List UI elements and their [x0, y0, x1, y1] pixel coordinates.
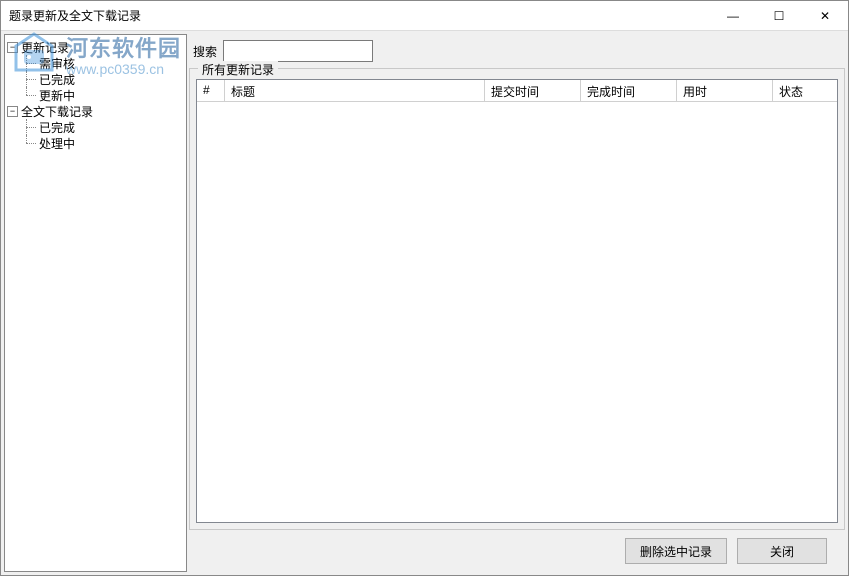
- col-duration[interactable]: 用时: [677, 80, 773, 101]
- close-dialog-button[interactable]: 关闭: [737, 538, 827, 564]
- tree-label: 已完成: [39, 119, 75, 136]
- col-title[interactable]: 标题: [225, 80, 485, 101]
- footer: 删除选中记录 关闭: [189, 530, 845, 572]
- tree-node-update-records[interactable]: − 更新记录: [7, 39, 184, 55]
- col-complete-time[interactable]: 完成时间: [581, 80, 677, 101]
- tree-connector-icon: [21, 119, 39, 135]
- titlebar: 题录更新及全文下载记录 — ☐ ✕: [1, 1, 848, 31]
- col-status[interactable]: 状态: [773, 80, 837, 101]
- maximize-button[interactable]: ☐: [756, 1, 802, 30]
- col-index[interactable]: #: [197, 80, 225, 101]
- tree-toggle-icon[interactable]: −: [7, 42, 18, 53]
- minimize-button[interactable]: —: [710, 1, 756, 30]
- table-header: # 标题 提交时间 完成时间 用时 状态: [197, 80, 837, 102]
- tree-label: 更新记录: [21, 39, 69, 56]
- tree-node-completed[interactable]: 已完成: [21, 71, 184, 87]
- content-area: − 更新记录 需审核 已完成 更新中 − 全文下载记录: [1, 31, 848, 575]
- tree-node-download-records[interactable]: − 全文下载记录: [7, 103, 184, 119]
- close-button[interactable]: ✕: [802, 1, 848, 30]
- tree-node-dl-completed[interactable]: 已完成: [21, 119, 184, 135]
- tree-children-update: 需审核 已完成 更新中: [7, 55, 184, 103]
- tree-label: 处理中: [39, 135, 75, 152]
- tree-connector-icon: [21, 87, 39, 103]
- tree-label: 更新中: [39, 87, 75, 104]
- tree-label: 已完成: [39, 71, 75, 88]
- tree-label: 需审核: [39, 55, 75, 72]
- group-title: 所有更新记录: [198, 61, 278, 78]
- maximize-icon: ☐: [774, 9, 785, 23]
- titlebar-buttons: — ☐ ✕: [710, 1, 848, 30]
- table-body[interactable]: [197, 102, 837, 522]
- tree-toggle-icon[interactable]: −: [7, 106, 18, 117]
- records-table[interactable]: # 标题 提交时间 完成时间 用时 状态: [196, 79, 838, 523]
- search-input[interactable]: [223, 40, 373, 62]
- tree-label: 全文下载记录: [21, 103, 93, 120]
- window: 题录更新及全文下载记录 — ☐ ✕ − 更新记录 需审核 已完成: [0, 0, 849, 576]
- records-group: 所有更新记录 # 标题 提交时间 完成时间 用时 状态: [189, 68, 845, 530]
- window-title: 题录更新及全文下载记录: [9, 7, 710, 24]
- close-icon: ✕: [820, 9, 830, 23]
- search-label: 搜索: [193, 43, 217, 60]
- tree-node-dl-processing[interactable]: 处理中: [21, 135, 184, 151]
- tree-connector-icon: [21, 71, 39, 87]
- search-row: 搜索: [189, 34, 845, 68]
- tree-connector-icon: [21, 55, 39, 71]
- minimize-icon: —: [727, 9, 739, 23]
- col-submit-time[interactable]: 提交时间: [485, 80, 581, 101]
- delete-selected-button[interactable]: 删除选中记录: [625, 538, 727, 564]
- tree-node-pending-review[interactable]: 需审核: [21, 55, 184, 71]
- tree-connector-icon: [21, 135, 39, 151]
- tree-children-download: 已完成 处理中: [7, 119, 184, 151]
- tree-sidebar[interactable]: − 更新记录 需审核 已完成 更新中 − 全文下载记录: [4, 34, 187, 572]
- main-panel: 搜索 所有更新记录 # 标题 提交时间 完成时间 用时 状态: [189, 34, 845, 572]
- tree-node-updating[interactable]: 更新中: [21, 87, 184, 103]
